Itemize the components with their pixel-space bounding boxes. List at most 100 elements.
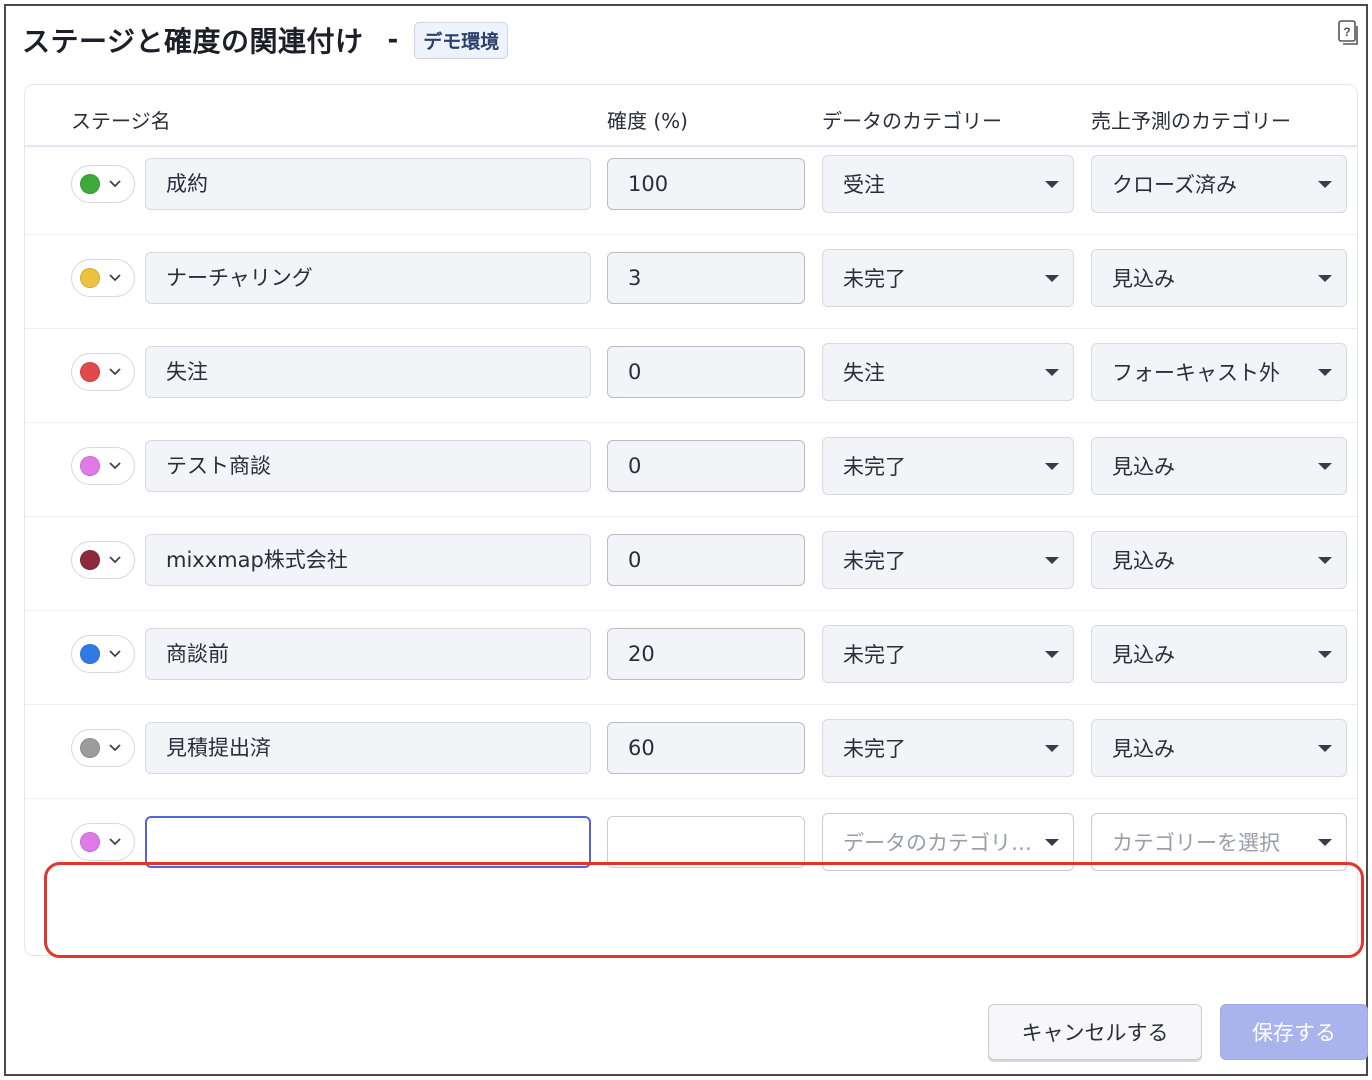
stage-row: 成約 100 受注 クローズ済み [25,141,1357,235]
caret-down-icon [1318,839,1332,846]
caret-down-icon [1045,463,1059,470]
caret-down-icon [1045,839,1059,846]
title-separator: - [387,25,399,55]
stage-row: 失注 0 失注 フォーキャスト外 [25,329,1357,423]
forecast-category-select[interactable]: 見込み [1091,437,1347,495]
stage-name-input[interactable]: 商談前 [145,628,591,680]
save-button[interactable]: 保存する [1220,1004,1368,1060]
color-picker[interactable] [71,353,135,391]
color-picker[interactable] [71,165,135,203]
caret-down-icon [1318,181,1332,188]
stage-name-input[interactable]: 成約 [145,158,591,210]
color-picker[interactable] [71,447,135,485]
data-category-select[interactable]: 未完了 [822,719,1074,777]
color-picker[interactable] [71,635,135,673]
caret-down-icon [1045,557,1059,564]
chevron-down-icon [109,838,121,846]
environment-badge: デモ環境 [414,21,509,59]
caret-down-icon [1045,651,1059,658]
probability-input[interactable]: 0 [607,440,805,492]
stage-name-input[interactable]: 失注 [145,346,591,398]
stage-name-input[interactable]: 見積提出済 [145,722,591,774]
caret-down-icon [1045,745,1059,752]
stage-row: mixxmap株式会社 0 未完了 見込み [25,517,1357,611]
forecast-category-value: カテゴリーを選択 [1112,831,1280,855]
data-category-value: 未完了 [843,737,906,761]
help-document-icon[interactable]: ? [1338,20,1360,46]
color-swatch [80,362,100,382]
chevron-down-icon [109,744,121,752]
data-category-value: 失注 [843,361,885,385]
stage-row: 商談前 20 未完了 見込み [25,611,1357,705]
probability-input[interactable]: 100 [607,158,805,210]
forecast-category-value: フォーキャスト外 [1112,361,1280,385]
forecast-category-select[interactable]: 見込み [1091,625,1347,683]
chevron-down-icon [109,462,121,470]
chevron-down-icon [109,556,121,564]
color-swatch [80,174,100,194]
stage-table: 決裁者承認待ち90未完了見込み成約100受注クローズ済みナーチャリング3未完了見… [24,84,1358,956]
data-category-select[interactable]: 未完了 [822,531,1074,589]
stage-name-input[interactable]: mixxmap株式会社 [145,534,591,586]
color-picker[interactable] [71,541,135,579]
probability-input[interactable]: 20 [607,628,805,680]
forecast-category-value: 見込み [1112,643,1175,667]
color-swatch [80,268,100,288]
header-probability: 確度 (%) [607,109,688,133]
stage-probability-dialog: ステージと確度の関連付け - デモ環境 ? 決裁者承認待ち90未完了見込み成約1… [4,4,1368,1076]
caret-down-icon [1318,651,1332,658]
data-category-select[interactable]: 未完了 [822,249,1074,307]
forecast-category-select[interactable]: 見込み [1091,249,1347,307]
table-header: ステージ名 確度 (%) データのカテゴリー 売上予測のカテゴリー [25,85,1357,147]
stage-row: ナーチャリング 3 未完了 見込み [25,235,1357,329]
header-stage-name: ステージ名 [71,109,171,133]
color-swatch [80,644,100,664]
color-picker[interactable] [71,823,135,861]
forecast-category-value: 見込み [1112,267,1175,291]
data-category-select[interactable]: 失注 [822,343,1074,401]
new-stage-row: データのカテゴリ… カテゴリーを選択 [25,799,1357,893]
probability-input[interactable] [607,816,805,868]
header-data-category: データのカテゴリー [822,109,1002,133]
probability-input[interactable]: 0 [607,534,805,586]
probability-input[interactable]: 0 [607,346,805,398]
forecast-category-value: 見込み [1112,549,1175,573]
caret-down-icon [1045,275,1059,282]
data-category-select[interactable]: 未完了 [822,625,1074,683]
color-picker[interactable] [71,259,135,297]
chevron-down-icon [109,368,121,376]
caret-down-icon [1318,463,1332,470]
color-picker[interactable] [71,729,135,767]
stage-rows: 決裁者承認待ち90未完了見込み成約100受注クローズ済みナーチャリング3未完了見… [25,85,1357,955]
forecast-category-select[interactable]: 見込み [1091,719,1347,777]
stage-name-input[interactable]: テスト商談 [145,440,591,492]
forecast-category-select[interactable]: カテゴリーを選択 [1091,813,1347,871]
forecast-category-select[interactable]: クローズ済み [1091,155,1347,213]
data-category-select[interactable]: 受注 [822,155,1074,213]
color-swatch [80,738,100,758]
color-swatch [80,550,100,570]
dialog-title: ステージと確度の関連付け [22,25,364,58]
data-category-select[interactable]: 未完了 [822,437,1074,495]
data-category-value: 受注 [843,173,885,197]
probability-input[interactable]: 3 [607,252,805,304]
chevron-down-icon [109,180,121,188]
probability-input[interactable]: 60 [607,722,805,774]
stage-name-input[interactable] [145,816,591,868]
forecast-category-select[interactable]: 見込み [1091,531,1347,589]
data-category-value: 未完了 [843,643,906,667]
forecast-category-select[interactable]: フォーキャスト外 [1091,343,1347,401]
chevron-down-icon [109,650,121,658]
data-category-value: 未完了 [843,455,906,479]
caret-down-icon [1318,369,1332,376]
forecast-category-value: クローズ済み [1112,173,1237,197]
data-category-select[interactable]: データのカテゴリ… [822,813,1074,871]
caret-down-icon [1045,369,1059,376]
stage-name-input[interactable]: ナーチャリング [145,252,591,304]
dialog-header: ステージと確度の関連付け - デモ環境 [22,18,509,62]
data-category-value: データのカテゴリ… [843,831,1032,855]
color-swatch [80,832,100,852]
stage-row: テスト商談 0 未完了 見込み [25,423,1357,517]
cancel-button[interactable]: キャンセルする [988,1004,1202,1060]
header-forecast-category: 売上予測のカテゴリー [1091,109,1291,133]
